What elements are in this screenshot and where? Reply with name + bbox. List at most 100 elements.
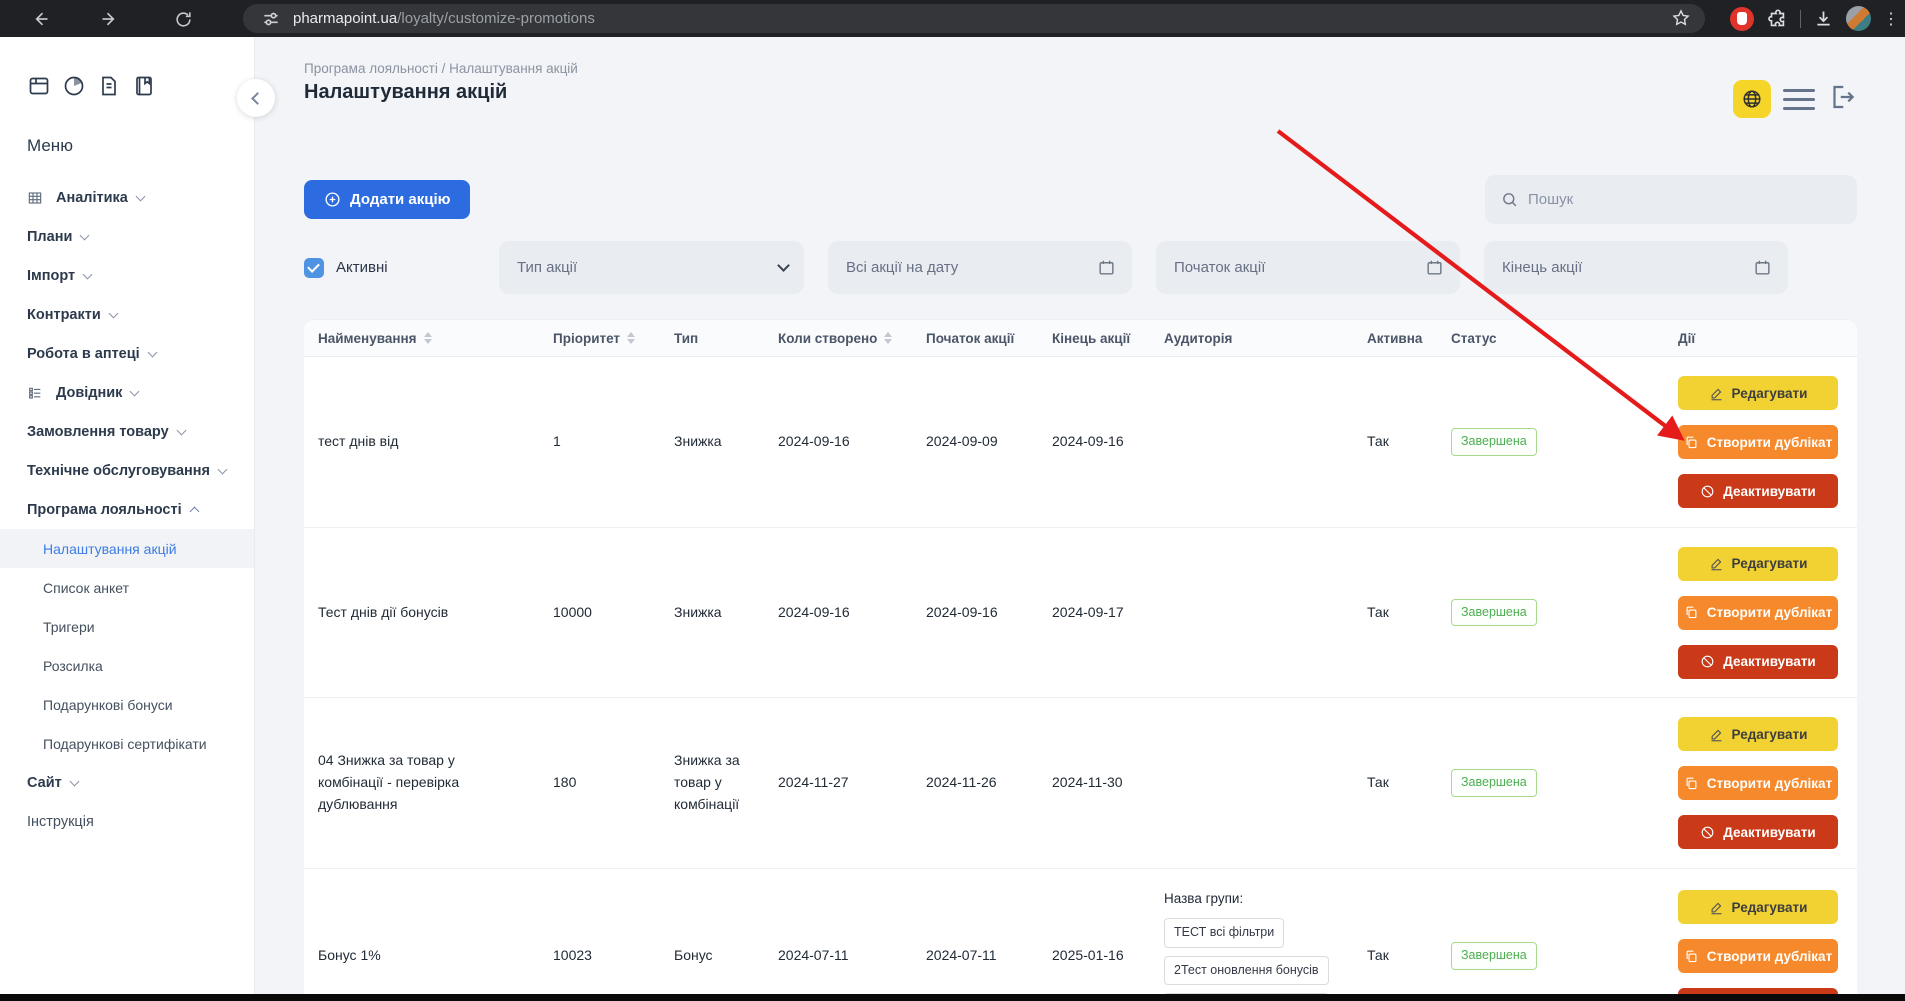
- cell-created: 2024-09-16: [778, 431, 926, 453]
- browser-forward-icon[interactable]: [97, 6, 123, 32]
- edit-button[interactable]: Редагувати: [1678, 376, 1838, 410]
- cell-start: 2024-09-16: [926, 602, 1052, 624]
- book-icon[interactable]: [132, 74, 156, 98]
- menu-toggle-button[interactable]: [1783, 89, 1815, 110]
- cell-end: 2025-01-16: [1052, 945, 1164, 967]
- bottom-screen-edge: [0, 994, 1905, 1001]
- cell-status: Завершена: [1451, 428, 1665, 455]
- edit-button[interactable]: Редагувати: [1678, 547, 1838, 581]
- sidebar-item-directory[interactable]: Довідник: [0, 373, 254, 412]
- column-header-end: Кінець акції: [1052, 331, 1164, 346]
- deactivate-button[interactable]: Деактивувати: [1678, 645, 1838, 679]
- column-header-name[interactable]: Найменування: [318, 331, 553, 346]
- edit-button[interactable]: Редагувати: [1678, 890, 1838, 924]
- site-settings-icon[interactable]: [261, 9, 281, 29]
- sidebar-item-contracts[interactable]: Контракти: [0, 295, 254, 334]
- promotion-type-select[interactable]: Тип акції: [499, 241, 804, 294]
- cell-start: 2024-11-26: [926, 772, 1052, 794]
- column-header-created[interactable]: Коли створено: [778, 331, 926, 346]
- add-promotion-button[interactable]: Додати акцію: [304, 180, 470, 219]
- sidebar-subitem-triggers[interactable]: Тригери: [0, 607, 254, 646]
- sidebar-item-label: Замовлення товару: [27, 424, 169, 440]
- duplicate-button[interactable]: Створити дублікат: [1678, 425, 1838, 459]
- document-icon[interactable]: [97, 74, 121, 98]
- browser-reload-icon[interactable]: [170, 6, 196, 32]
- end-date-field[interactable]: Кінець акції: [1484, 241, 1788, 294]
- pencil-icon: [1709, 386, 1724, 401]
- column-header-start: Початок акції: [926, 331, 1052, 346]
- extensions-puzzle-icon[interactable]: [1766, 8, 1788, 30]
- sidebar-subitem-gift-bonuses[interactable]: Подарункові бонуси: [0, 685, 254, 724]
- cell-end: 2024-11-30: [1052, 772, 1164, 794]
- logout-button[interactable]: [1827, 82, 1857, 117]
- column-header-priority[interactable]: Пріоритет: [553, 331, 674, 346]
- all-on-date-field[interactable]: Всі акції на дату: [828, 241, 1132, 294]
- cell-end: 2024-09-17: [1052, 602, 1164, 624]
- sidebar-item-goods-order[interactable]: Замовлення товару: [0, 412, 254, 451]
- cell-actions: Редагувати Створити дублікат Деактивуват…: [1678, 547, 1843, 679]
- status-badge: Завершена: [1451, 942, 1537, 969]
- checkbox-checked-icon: [304, 258, 324, 278]
- browser-profile-avatar[interactable]: [1846, 6, 1871, 31]
- sidebar-item-analytics[interactable]: Аналітика: [0, 178, 254, 217]
- sidebar-item-maintenance[interactable]: Технічне обслуговування: [0, 451, 254, 490]
- sort-icon: [424, 332, 432, 344]
- duplicate-button[interactable]: Створити дублікат: [1678, 939, 1838, 973]
- breadcrumb: Програма лояльності / Налаштування акцій: [304, 61, 578, 76]
- column-header-active: Активна: [1367, 331, 1451, 346]
- cell-active: Так: [1367, 945, 1451, 967]
- copy-icon: [1684, 435, 1699, 450]
- cell-type: Бонус: [674, 945, 760, 967]
- main-area: Програма лояльності / Налаштування акцій…: [255, 37, 1905, 1001]
- edit-button[interactable]: Редагувати: [1678, 717, 1838, 751]
- chevron-down-icon: [777, 259, 790, 272]
- deactivate-button[interactable]: Деактивувати: [1678, 815, 1838, 849]
- plus-circle-icon: [324, 191, 341, 208]
- status-badge: Завершена: [1451, 428, 1537, 455]
- start-date-field[interactable]: Початок акції: [1156, 241, 1460, 294]
- calendar-icon: [1753, 258, 1772, 277]
- address-bar[interactable]: pharmapoint.ua/loyalty/customize-promoti…: [243, 4, 1705, 33]
- browser-back-icon[interactable]: [27, 6, 53, 32]
- sidebar-item-instruction[interactable]: Інструкція: [0, 802, 254, 841]
- cell-name: 04 Знижка за товар у комбінації - переві…: [318, 750, 488, 815]
- search-input[interactable]: [1528, 191, 1841, 208]
- copy-icon: [1684, 776, 1699, 791]
- archive-box-icon[interactable]: [27, 74, 51, 98]
- language-button[interactable]: [1733, 80, 1771, 118]
- sidebar-subitem-gift-certificates[interactable]: Подарункові сертифікати: [0, 724, 254, 763]
- sidebar-subitem-mailing[interactable]: Розсилка: [0, 646, 254, 685]
- downloads-icon[interactable]: [1813, 8, 1834, 29]
- page-title: Налаштування акцій: [304, 81, 507, 104]
- duplicate-button[interactable]: Створити дублікат: [1678, 596, 1838, 630]
- cell-end: 2024-09-16: [1052, 431, 1164, 453]
- deactivate-button[interactable]: Деактивувати: [1678, 474, 1838, 508]
- sidebar-item-loyalty-program[interactable]: Програма лояльності: [0, 490, 254, 529]
- adblock-extension-icon[interactable]: [1730, 7, 1754, 31]
- sidebar-collapse-button[interactable]: [237, 79, 275, 117]
- cell-type: Знижка: [674, 602, 760, 624]
- browser-menu-icon[interactable]: ⋮: [1883, 9, 1897, 29]
- sidebar-subitem-label: Подарункові бонуси: [43, 697, 173, 713]
- table-header: Найменування Пріоритет Тип Коли створено…: [304, 319, 1857, 357]
- url-path: /loyalty/customize-promotions: [397, 10, 595, 27]
- sidebar-item-pharmacy-work[interactable]: Робота в аптеці: [0, 334, 254, 373]
- toolbar: Додати акцію: [304, 175, 1857, 224]
- cell-status: Завершена: [1451, 769, 1665, 796]
- cell-actions: Редагувати Створити дублікат Деактивуват…: [1678, 717, 1843, 849]
- pie-chart-icon[interactable]: [62, 74, 86, 98]
- cell-created: 2024-11-27: [778, 772, 926, 794]
- bookmark-star-icon[interactable]: [1671, 8, 1691, 28]
- sidebar-item-plans[interactable]: Плани: [0, 217, 254, 256]
- sidebar-subitem-promotions-settings[interactable]: Налаштування акцій: [0, 529, 254, 568]
- active-filter-checkbox[interactable]: Активні: [304, 258, 499, 278]
- sidebar-item-import[interactable]: Імпорт: [0, 256, 254, 295]
- sidebar-item-site[interactable]: Сайт: [0, 763, 254, 802]
- sidebar-item-label: Імпорт: [27, 268, 75, 284]
- sidebar-subitem-surveys-list[interactable]: Список анкет: [0, 568, 254, 607]
- list-icon: [27, 385, 43, 401]
- calendar-icon: [1097, 258, 1116, 277]
- toolbar-separator: [1800, 10, 1801, 28]
- duplicate-button[interactable]: Створити дублікат: [1678, 766, 1838, 800]
- header-icons: [1733, 80, 1857, 118]
